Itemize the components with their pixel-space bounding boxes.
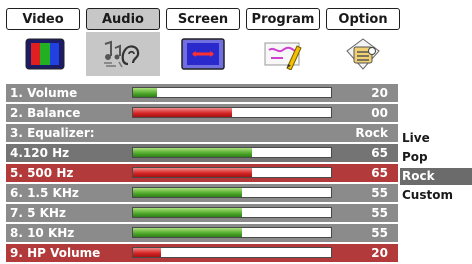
eq-500hz-slider[interactable] <box>132 167 332 178</box>
hp-volume-slider[interactable] <box>132 247 332 258</box>
eq-500hz-label: 5. 500 Hz <box>10 166 74 180</box>
tab-video[interactable]: Video <box>6 8 80 30</box>
option-lock-icon[interactable] <box>326 32 400 76</box>
eq-500hz-row[interactable]: 5. 500 Hz 65 <box>6 164 398 182</box>
eq-120hz-slider-fill <box>133 148 252 157</box>
tab-icon-row <box>6 32 398 76</box>
balance-label: 2. Balance <box>10 106 81 120</box>
audio-ear-icon[interactable] <box>86 32 160 76</box>
eq-5khz-label: 7. 5 KHz <box>10 206 66 220</box>
volume-slider-fill <box>133 88 157 97</box>
eq-1-5khz-label: 6. 1.5 KHz <box>10 186 79 200</box>
eq-5khz-slider-fill <box>133 208 242 217</box>
eq-10khz-row[interactable]: 8. 10 KHz 55 <box>6 224 398 242</box>
hp-volume-row[interactable]: 9. HP Volume 20 <box>6 244 398 262</box>
eq-10khz-slider-fill <box>133 228 242 237</box>
preset-pop[interactable]: Pop <box>400 149 472 166</box>
eq-5khz-value: 55 <box>371 206 388 220</box>
balance-row[interactable]: 2. Balance 00 <box>6 104 398 122</box>
eq-1-5khz-value: 55 <box>371 186 388 200</box>
equalizer-row[interactable]: 3. Equalizer: Rock <box>6 124 398 142</box>
tab-strip: Video Audio Screen Program Option <box>6 8 400 32</box>
hp-volume-label: 9. HP Volume <box>10 246 101 260</box>
volume-label: 1. Volume <box>10 86 78 100</box>
eq-120hz-slider[interactable] <box>132 147 332 158</box>
preset-rock[interactable]: Rock <box>400 168 472 185</box>
balance-slider-fill <box>133 108 232 117</box>
balance-value: 00 <box>371 106 388 120</box>
eq-500hz-value: 65 <box>371 166 388 180</box>
balance-slider[interactable] <box>132 107 332 118</box>
eq-1-5khz-row[interactable]: 6. 1.5 KHz 55 <box>6 184 398 202</box>
eq-5khz-row[interactable]: 7. 5 KHz 55 <box>6 204 398 222</box>
volume-row[interactable]: 1. Volume 20 <box>6 84 398 102</box>
eq-120hz-value: 65 <box>371 146 388 160</box>
tab-audio[interactable]: Audio <box>86 8 160 30</box>
eq-10khz-value: 55 <box>371 226 388 240</box>
volume-slider[interactable] <box>132 87 332 98</box>
tab-screen[interactable]: Screen <box>166 8 240 30</box>
eq-120hz-label: 4.120 Hz <box>10 146 70 160</box>
eq-10khz-slider[interactable] <box>132 227 332 238</box>
hp-volume-slider-fill <box>133 248 161 257</box>
preset-live[interactable]: Live <box>400 130 472 147</box>
eq-120hz-row[interactable]: 4.120 Hz 65 <box>6 144 398 162</box>
eq-1-5khz-slider[interactable] <box>132 187 332 198</box>
program-pencil-icon[interactable] <box>246 32 320 76</box>
volume-value: 20 <box>371 86 388 100</box>
hp-volume-value: 20 <box>371 246 388 260</box>
eq-5khz-slider[interactable] <box>132 207 332 218</box>
equalizer-label: 3. Equalizer: <box>10 126 95 140</box>
eq-10khz-label: 8. 10 KHz <box>10 226 75 240</box>
screen-icon[interactable] <box>166 32 240 76</box>
tab-program[interactable]: Program <box>246 8 320 30</box>
preset-custom[interactable]: Custom <box>400 187 472 204</box>
eq-1-5khz-slider-fill <box>133 188 242 197</box>
equalizer-value: Rock <box>355 126 388 140</box>
tab-option[interactable]: Option <box>326 8 400 30</box>
color-bars-icon[interactable] <box>6 32 84 76</box>
eq-500hz-slider-fill <box>133 168 252 177</box>
